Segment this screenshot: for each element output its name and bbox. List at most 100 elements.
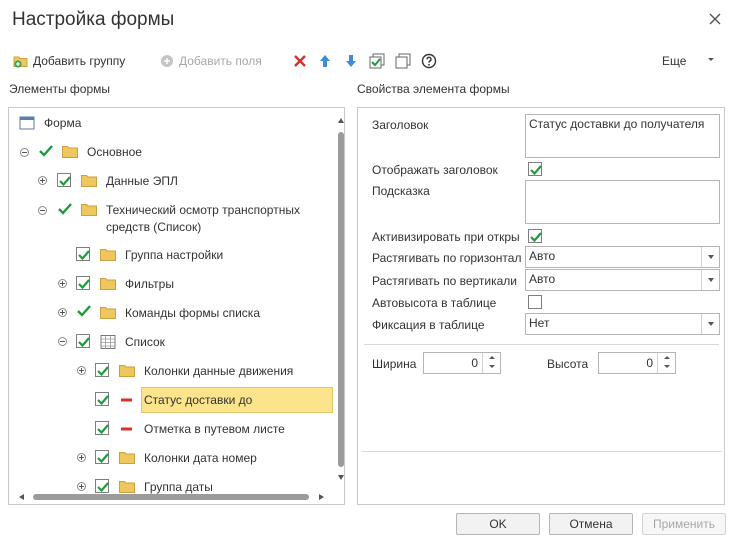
separator [364, 344, 719, 345]
tree-item-movement-columns[interactable]: Колонки данные движения [144, 364, 293, 378]
folder-icon [62, 146, 78, 158]
tree-item-list-commands[interactable]: Команды формы списка [125, 306, 260, 320]
stretch-vertical-select[interactable]: Авто [525, 269, 720, 291]
stretch-vertical-label: Растягивать по вертикали [372, 274, 518, 288]
expand-icon[interactable] [58, 308, 67, 317]
form-elements-tree[interactable]: Форма Основное Данные ЭПЛ Технический ос… [8, 107, 345, 505]
scroll-down-arrow[interactable] [338, 475, 344, 480]
spinner-buttons[interactable] [657, 353, 675, 373]
delete-icon[interactable] [292, 53, 308, 69]
expand-icon[interactable] [77, 453, 86, 462]
vertical-scrollbar-thumb[interactable] [338, 132, 344, 467]
tree-item-main[interactable]: Основное [87, 145, 142, 159]
checkbox[interactable] [95, 363, 109, 377]
fixation-label: Фиксация в таблице [372, 318, 485, 332]
cancel-button[interactable]: Отмена [549, 513, 633, 535]
checkbox[interactable] [95, 479, 109, 493]
collapse-icon[interactable] [58, 337, 67, 346]
hint-field[interactable] [525, 180, 720, 224]
checkbox[interactable] [95, 421, 109, 435]
activate-label: Активизировать при откры [372, 230, 520, 244]
uncheck-all-icon[interactable] [395, 53, 411, 69]
show-heading-label: Отображать заголовок [372, 163, 498, 177]
scroll-right-arrow[interactable] [319, 494, 324, 500]
height-value: 0 [646, 356, 653, 370]
stretch-horizontal-label: Растягивать по горизонтал [372, 251, 522, 265]
more-chevron-icon[interactable] [707, 57, 715, 63]
spinner-buttons[interactable] [482, 353, 500, 373]
add-group-icon [13, 56, 28, 68]
element-properties-panel: Заголовок Статус доставки до получателя … [357, 107, 725, 505]
folder-icon [100, 307, 116, 319]
stretch-horizontal-value: Авто [529, 249, 556, 263]
table-icon [100, 335, 116, 349]
move-up-icon[interactable] [317, 53, 333, 69]
move-down-icon[interactable] [343, 53, 359, 69]
stretch-horizontal-select[interactable]: Авто [525, 246, 720, 268]
field-icon [121, 398, 132, 402]
tree-item-epl-data[interactable]: Данные ЭПЛ [106, 174, 178, 188]
tree-item-form[interactable]: Форма [44, 116, 81, 130]
heading-field[interactable]: Статус доставки до получателя [525, 114, 720, 158]
tree-item-inspection-line2[interactable]: средств (Список) [106, 220, 201, 234]
height-spinner[interactable]: 0 [598, 352, 676, 374]
expand-icon[interactable] [77, 366, 86, 375]
fixation-select[interactable]: Нет [525, 313, 720, 335]
checkbox[interactable] [57, 173, 71, 187]
folder-icon [81, 204, 97, 216]
form-elements-label: Элементы формы [9, 82, 111, 96]
check-icon[interactable] [76, 303, 92, 319]
toolbar: Добавить группу Добавить поля Еще [10, 50, 725, 72]
add-fields-button[interactable]: Добавить поля [159, 50, 262, 72]
chevron-down-icon[interactable] [701, 314, 719, 334]
tree-item-waybill-mark[interactable]: Отметка в путевом листе [144, 422, 285, 436]
expand-icon[interactable] [77, 482, 86, 491]
form-icon [19, 116, 35, 130]
stretch-vertical-value: Авто [529, 272, 556, 286]
more-button[interactable]: Еще [658, 50, 686, 72]
chevron-down-icon[interactable] [701, 270, 719, 290]
tree-item-settings-group[interactable]: Группа настройки [125, 248, 223, 262]
tree-item-date-group[interactable]: Группа даты [144, 480, 213, 494]
checkbox[interactable] [95, 450, 109, 464]
close-icon[interactable] [706, 10, 724, 28]
autoheight-label: Автовысота в таблице [372, 296, 497, 310]
add-fields-label: Добавить поля [179, 54, 262, 68]
expand-icon[interactable] [58, 279, 67, 288]
folder-icon [100, 249, 116, 261]
tree-item-delivery-status[interactable]: Статус доставки до [144, 393, 252, 407]
checkbox[interactable] [76, 276, 90, 290]
scroll-up-arrow[interactable] [338, 118, 344, 123]
folder-icon [119, 452, 135, 464]
tree-item-date-number-columns[interactable]: Колонки дата номер [144, 451, 257, 465]
show-heading-checkbox[interactable] [528, 162, 542, 176]
apply-button[interactable]: Применить [642, 513, 726, 535]
checkbox[interactable] [95, 392, 109, 406]
check-icon[interactable] [38, 143, 54, 159]
autoheight-checkbox[interactable] [528, 295, 542, 309]
expand-icon[interactable] [38, 176, 47, 185]
fixation-value: Нет [529, 316, 550, 330]
horizontal-scrollbar-thumb[interactable] [33, 494, 309, 500]
scroll-left-arrow[interactable] [19, 494, 24, 500]
check-all-icon[interactable] [369, 53, 385, 69]
width-spinner[interactable]: 0 [423, 352, 501, 374]
activate-checkbox[interactable] [528, 229, 542, 243]
collapse-icon[interactable] [38, 206, 47, 215]
checkbox[interactable] [76, 247, 90, 261]
tree-item-list[interactable]: Список [125, 335, 165, 349]
collapse-icon[interactable] [20, 148, 29, 157]
tree-item-inspection-line1[interactable]: Технический осмотр транспортных [106, 203, 300, 217]
heading-label: Заголовок [372, 118, 429, 132]
folder-icon [119, 481, 135, 493]
field-icon [121, 427, 132, 431]
help-icon[interactable] [421, 53, 437, 69]
add-group-button[interactable]: Добавить группу [13, 50, 125, 72]
folder-icon [119, 365, 135, 377]
checkbox[interactable] [76, 334, 90, 348]
tree-item-filters[interactable]: Фильтры [125, 277, 174, 291]
check-icon[interactable] [57, 201, 73, 217]
add-group-label: Добавить группу [33, 54, 126, 68]
chevron-down-icon[interactable] [701, 247, 719, 267]
ok-button[interactable]: OK [456, 513, 540, 535]
